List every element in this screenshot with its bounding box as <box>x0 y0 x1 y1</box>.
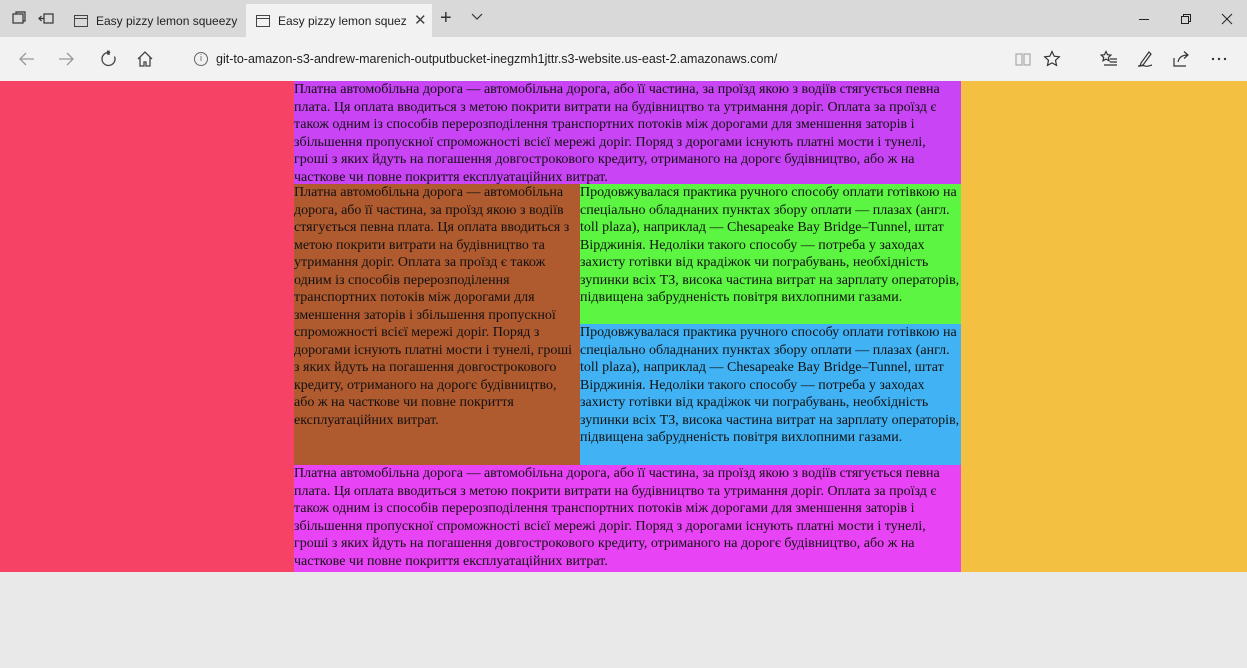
pen-notes-icon[interactable] <box>1136 50 1154 68</box>
share-icon[interactable] <box>1172 50 1190 68</box>
forward-icon[interactable] <box>57 50 75 68</box>
text-block-bottom: Платна автомобільна дорога — автомобільн… <box>294 465 961 572</box>
paragraph: Платна автомобільна дорога — автомобільн… <box>294 185 572 428</box>
tab-actions-icon[interactable] <box>11 10 27 26</box>
text-block-blue: Продовжувалася практика ручного способу … <box>580 324 961 465</box>
reading-view-icon[interactable] <box>1014 50 1032 68</box>
close-window-button[interactable] <box>1217 10 1237 28</box>
close-tab-button[interactable]: ✕ <box>414 13 427 28</box>
url-text[interactable]: git-to-amazon-s3-andrew-marenich-outputb… <box>216 52 777 66</box>
navigation-bar: i git-to-amazon-s3-andrew-marenich-outpu… <box>0 37 1247 81</box>
text-block-green: Продовжувалася практика ручного способу … <box>580 184 961 324</box>
tab-title: Easy pizzy lemon squeezy <box>96 13 238 28</box>
paragraph: Продовжувалася практика ручного способу … <box>580 185 960 305</box>
more-icon[interactable] <box>1210 50 1228 68</box>
page-viewport: Платна автомобільна дорога — автомобільн… <box>0 81 1247 668</box>
paragraph: Продовжувалася практика ручного способу … <box>580 325 960 445</box>
page-icon <box>256 14 270 27</box>
chevron-down-icon[interactable] <box>470 9 484 28</box>
page-icon <box>74 14 88 27</box>
back-icon[interactable] <box>18 50 36 68</box>
info-icon[interactable]: i <box>194 52 208 66</box>
refresh-icon[interactable] <box>100 50 118 68</box>
favorite-star-icon[interactable] <box>1043 50 1061 68</box>
left-column <box>0 81 294 572</box>
text-block-top: Платна автомобільна дорога — автомобільн… <box>294 81 961 184</box>
address-bar[interactable]: i git-to-amazon-s3-andrew-marenich-outpu… <box>186 42 1076 76</box>
tab-active[interactable]: Easy pizzy lemon squez ✕ <box>246 4 432 37</box>
minimize-button[interactable] <box>1134 10 1154 28</box>
home-icon[interactable] <box>136 50 154 68</box>
paragraph: Платна автомобільна дорога — автомобільн… <box>294 466 940 569</box>
favorites-hub-icon[interactable] <box>1100 50 1118 68</box>
set-tabs-aside-icon[interactable] <box>38 10 54 26</box>
restore-button[interactable] <box>1176 10 1196 28</box>
paragraph: Платна автомобільна дорога — автомобільн… <box>294 82 940 184</box>
right-column <box>961 81 1247 572</box>
tab-title: Easy pizzy lemon squez <box>278 13 406 28</box>
text-block-left: Платна автомобільна дорога — автомобільн… <box>294 184 580 465</box>
tab-inactive[interactable]: Easy pizzy lemon squeezy <box>64 4 242 37</box>
new-tab-button[interactable]: + <box>440 8 452 28</box>
tab-strip: Easy pizzy lemon squeezy Easy pizzy lemo… <box>0 0 1247 37</box>
